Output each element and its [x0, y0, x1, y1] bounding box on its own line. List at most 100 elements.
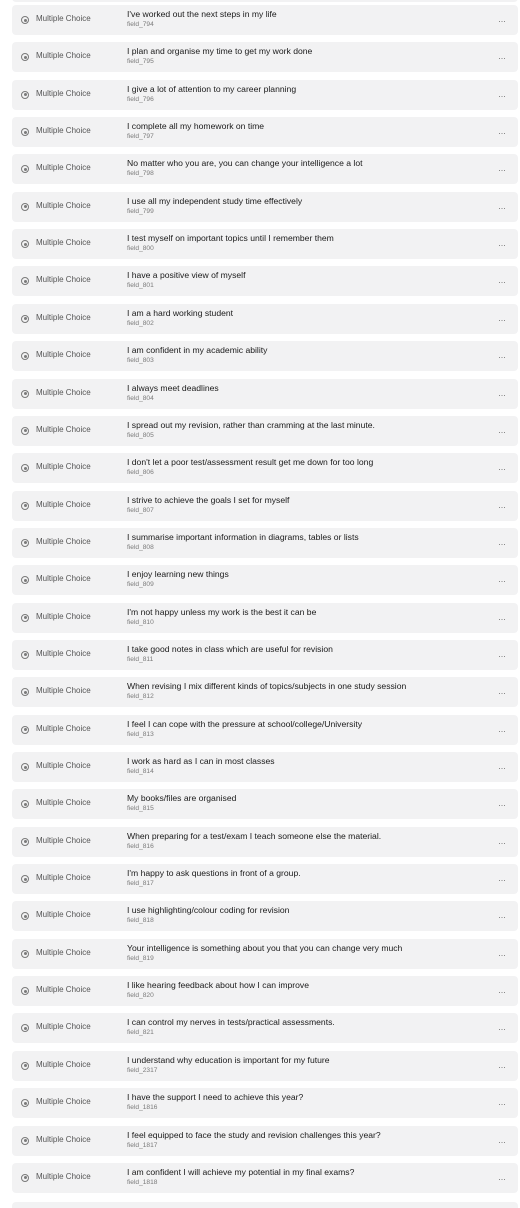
field-row[interactable]: Multiple Choice I spread out my revision…	[12, 415, 518, 446]
field-question: I always meet deadlines	[127, 382, 219, 393]
field-row[interactable]: Multiple Choice I am confident in my aca…	[12, 341, 518, 372]
more-options-button[interactable]: ...	[496, 123, 508, 139]
more-options-button[interactable]: ...	[496, 683, 508, 699]
more-options-button[interactable]: ...	[496, 272, 508, 288]
more-options-button[interactable]: ...	[496, 534, 508, 550]
more-options-button[interactable]: ...	[496, 945, 508, 961]
radio-button-icon	[21, 426, 29, 435]
radio-button-icon	[21, 763, 29, 771]
field-row[interactable]: Multiple Choice I can control my nerves …	[12, 1013, 518, 1044]
field-key: field_1817	[127, 1141, 158, 1149]
more-options-button[interactable]: ...	[496, 907, 508, 923]
more-options-button[interactable]: ...	[496, 347, 508, 363]
radio-button-icon	[21, 576, 29, 585]
field-question: I take good notes in class which are use…	[127, 643, 333, 654]
field-type-label: Multiple Choice	[36, 200, 91, 210]
field-row[interactable]: Multiple Choice I complete all my homewo…	[12, 117, 518, 148]
field-row[interactable]: Multiple Choice I feel equipped to face …	[12, 1125, 518, 1156]
more-options-button[interactable]: ...	[496, 459, 508, 475]
field-key: field_794	[127, 21, 154, 28]
more-options-button[interactable]: ...	[496, 198, 508, 214]
field-row[interactable]: Multiple Choice I use all my independent…	[12, 191, 518, 222]
more-options-button[interactable]: ...	[496, 1169, 508, 1185]
more-options-button[interactable]: ...	[496, 235, 508, 251]
more-options-button[interactable]: ...	[496, 1057, 508, 1073]
field-key: field_815	[127, 805, 154, 813]
field-type-label: Multiple Choice	[36, 387, 91, 397]
field-row[interactable]: Multiple Choice I have a positive view o…	[12, 266, 518, 297]
field-question: Your intelligence is something about you…	[127, 942, 403, 953]
field-question: I test myself on important topics until …	[127, 233, 334, 244]
more-options-button[interactable]: ...	[496, 982, 508, 998]
more-options-button[interactable]: ...	[496, 646, 508, 662]
field-row[interactable]: Multiple Choice I understand why educati…	[12, 1050, 518, 1081]
more-options-button[interactable]: ...	[496, 609, 508, 625]
radio-button-icon	[21, 875, 29, 884]
field-row[interactable]: Multiple Choice I always meet deadlines …	[12, 378, 518, 409]
more-options-button[interactable]: ...	[496, 571, 508, 587]
field-row[interactable]: Multiple Choice Your intelligence is som…	[12, 938, 518, 969]
field-row[interactable]: Multiple Choice I work as hard as I can …	[12, 752, 518, 782]
more-options-button[interactable]: ...	[496, 1094, 508, 1110]
more-options-button[interactable]: ...	[496, 310, 508, 326]
field-question: I enjoy learning new things	[127, 569, 229, 580]
field-question: I have a positive view of myself	[127, 270, 246, 281]
field-row[interactable]: Multiple Choice I feel I can cope with t…	[12, 714, 518, 745]
field-row[interactable]: Multiple Choice I am a hard working stud…	[12, 303, 518, 334]
field-type-label: Multiple Choice	[36, 873, 91, 883]
more-options-button[interactable]: ...	[496, 870, 508, 886]
field-row[interactable]: Multiple Choice I am confident I will ac…	[12, 1162, 518, 1193]
field-question: I spread out my revision, rather than cr…	[127, 419, 375, 430]
field-row[interactable]: Multiple Choice My books/files are organ…	[12, 789, 518, 820]
more-options-button[interactable]: ...	[496, 385, 508, 401]
field-row[interactable]: Multiple Choice No matter who you are, y…	[12, 154, 518, 185]
field-row[interactable]: Multiple Choice I like hearing feedback …	[12, 976, 518, 1007]
field-type-label: Multiple Choice	[36, 275, 91, 285]
radio-button-icon	[21, 501, 29, 510]
field-type-label: Multiple Choice	[36, 1134, 91, 1144]
field-row[interactable]: Multiple Choice I enjoy learning new thi…	[12, 565, 518, 596]
more-options-button[interactable]: ...	[496, 795, 508, 811]
more-options-button[interactable]: ...	[496, 11, 508, 27]
radio-button-icon	[21, 240, 29, 249]
field-question: I strive to achieve the goals I set for …	[127, 494, 290, 505]
more-options-button[interactable]: ...	[496, 758, 508, 774]
field-type-label: Multiple Choice	[36, 126, 91, 136]
more-options-button[interactable]: ...	[496, 1132, 508, 1148]
field-row[interactable]: Multiple Choice When revising I mix diff…	[12, 677, 518, 708]
field-row[interactable]: Multiple Choice I've worked out the next…	[12, 5, 518, 35]
radio-button-icon	[21, 800, 29, 809]
more-options-button[interactable]: ...	[496, 721, 508, 737]
field-question: I summarise important information in dia…	[127, 531, 359, 542]
field-row[interactable]: Multiple Choice I'm happy to ask questio…	[12, 864, 518, 895]
field-row[interactable]: Multiple Choice I test myself on importa…	[12, 229, 518, 260]
field-key: field_808	[127, 543, 154, 551]
field-question: I work as hard as I can in most classes	[127, 756, 275, 766]
field-question: I've worked out the next steps in my lif…	[127, 9, 277, 19]
field-key: field_810	[127, 618, 154, 626]
more-options-button[interactable]: ...	[496, 48, 508, 64]
field-key: field_821	[127, 1029, 154, 1037]
field-row[interactable]: Multiple Choice I give a lot of attentio…	[12, 79, 518, 110]
field-row[interactable]: Multiple Choice I'm not happy unless my …	[12, 602, 518, 633]
field-type-label: Multiple Choice	[36, 985, 91, 995]
more-options-button[interactable]: ...	[496, 86, 508, 102]
field-row[interactable]: Multiple Choice I have the support I nee…	[12, 1088, 518, 1119]
more-options-button[interactable]: ...	[496, 497, 508, 513]
more-options-button[interactable]: ...	[496, 1019, 508, 1035]
field-row[interactable]: Multiple Choice I summarise important in…	[12, 527, 518, 558]
field-row[interactable]: Multiple Choice When preparing for a tes…	[12, 826, 518, 857]
field-row[interactable]: Multiple Choice I plan and organise my t…	[12, 42, 518, 73]
more-options-button[interactable]: ...	[496, 160, 508, 176]
field-key: field_809	[127, 581, 154, 589]
field-row[interactable]: Multiple Choice I take good notes in cla…	[12, 639, 518, 670]
field-row[interactable]: Multiple Choice I don't let a poor test/…	[12, 453, 518, 484]
field-row[interactable]: Multiple Choice I strive to achieve the …	[12, 490, 518, 521]
field-question: I am confident I will achieve my potenti…	[127, 1166, 355, 1177]
field-key: field_802	[127, 319, 154, 327]
field-row[interactable]: Multiple Choice I use highlighting/colou…	[12, 901, 518, 932]
field-key: field_817	[127, 880, 154, 888]
more-options-button[interactable]: ...	[496, 422, 508, 438]
more-options-button[interactable]: ...	[496, 833, 508, 849]
field-question: I'm not happy unless my work is the best…	[127, 606, 317, 617]
